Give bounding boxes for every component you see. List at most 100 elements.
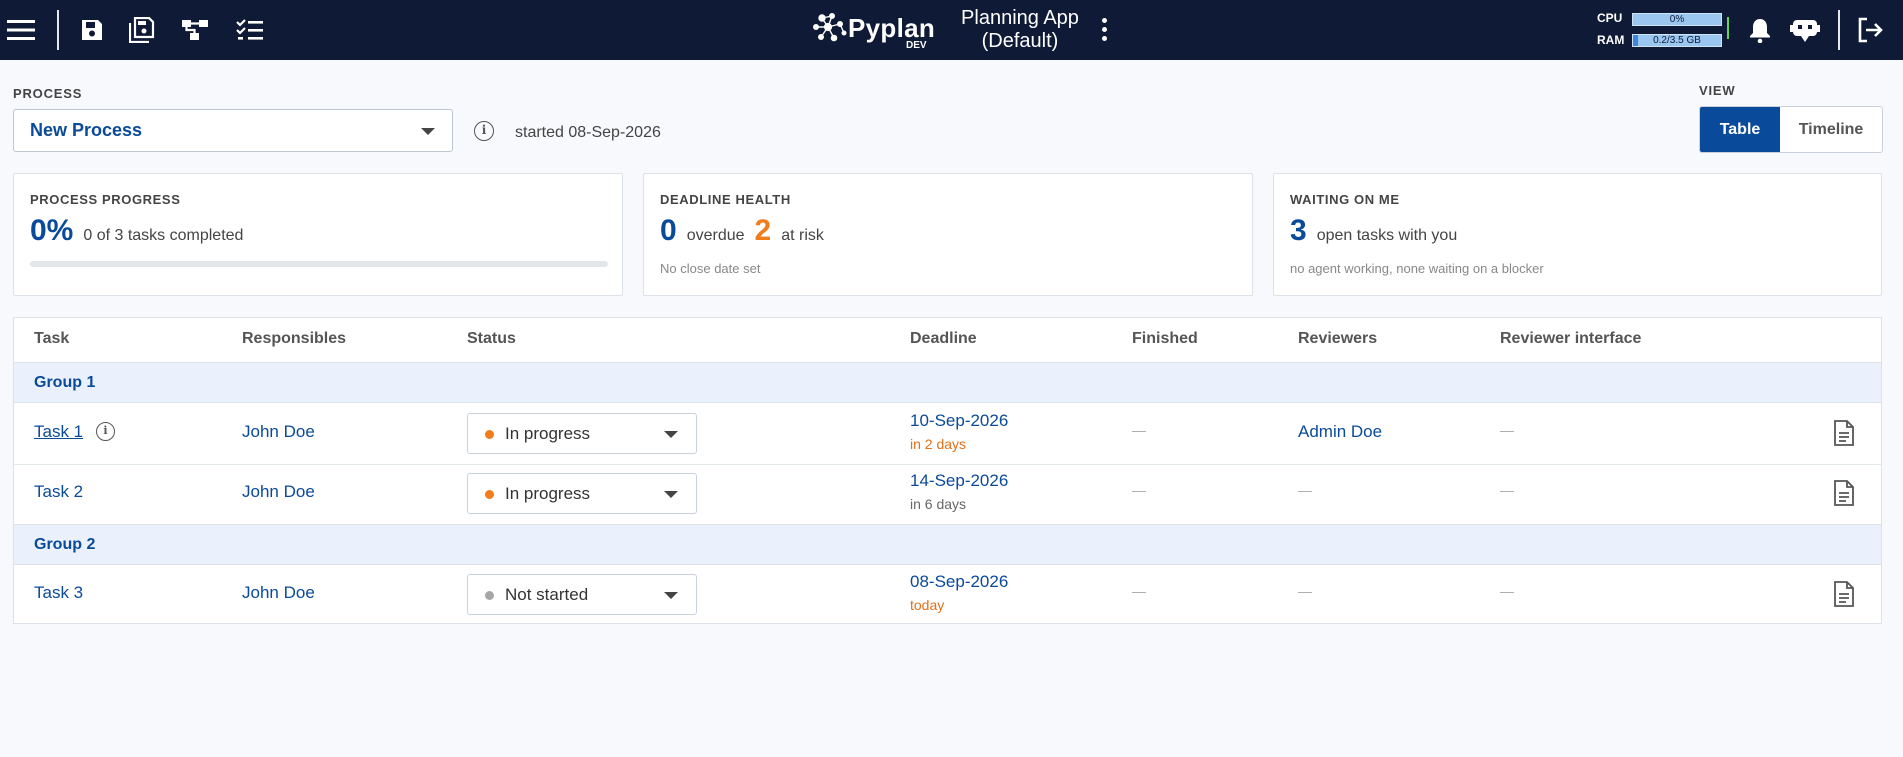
status-select[interactable]: In progress — [467, 473, 697, 514]
status-dot — [485, 490, 494, 499]
document-icon[interactable] — [1833, 480, 1855, 506]
info-icon[interactable]: i — [474, 121, 494, 141]
chevron-down-icon — [421, 128, 435, 135]
open-tasks-count: 3 — [1290, 214, 1307, 247]
chevron-down-icon — [664, 491, 678, 498]
deadline-date: 08-Sep-2026 — [910, 572, 1009, 591]
env-badge: DEV — [906, 40, 927, 51]
column-header-reviewers[interactable]: Reviewers — [1298, 330, 1377, 348]
cpu-value: 0% — [1669, 14, 1685, 25]
status-indicator — [1727, 17, 1729, 39]
process-select[interactable]: New Process — [13, 109, 453, 152]
column-header-reviewer-interface[interactable]: Reviewer interface — [1500, 330, 1641, 348]
at-risk-label: at risk — [781, 227, 824, 244]
finished-value: — — [1132, 482, 1146, 498]
progress-bar — [30, 261, 608, 267]
row-divider — [14, 464, 1881, 465]
column-header-task[interactable]: Task — [34, 330, 69, 348]
card-metric: 3 open tasks with you — [1290, 214, 1457, 248]
group-row[interactable]: Group 2 — [14, 524, 1881, 565]
group-name: Group 1 — [34, 374, 96, 391]
status-dot — [485, 591, 494, 600]
process-started-date: started 08-Sep-2026 — [515, 124, 661, 141]
responsible-name[interactable]: John Doe — [242, 422, 315, 442]
status-select[interactable]: In progress — [467, 413, 697, 454]
overdue-count: 0 — [660, 214, 677, 247]
reviewer-interface-value: — — [1500, 422, 1514, 438]
logout-icon[interactable] — [1853, 13, 1887, 47]
logo-text: Pyplan — [848, 12, 936, 43]
reviewer-name[interactable]: Admin Doe — [1298, 422, 1382, 442]
ram-label: RAM — [1597, 33, 1625, 47]
card-title: PROCESS PROGRESS — [30, 192, 181, 207]
document-icon[interactable] — [1833, 581, 1855, 607]
cpu-label: CPU — [1597, 11, 1623, 25]
deadline-date: 14-Sep-2026 — [910, 471, 1009, 490]
card-metric: 0% 0 of 3 tasks completed — [30, 214, 243, 248]
pyplan-logo: Pyplan DEV — [812, 12, 936, 51]
tasks-table: Task Responsibles Status Deadline Finish… — [13, 317, 1882, 624]
card-title: WAITING ON ME — [1290, 192, 1400, 207]
bell-icon[interactable] — [1743, 13, 1777, 47]
checklist-icon[interactable] — [233, 13, 267, 47]
responsible-name[interactable]: John Doe — [242, 482, 315, 502]
cpu-meter: 0% — [1632, 13, 1722, 26]
assistant-bot-icon[interactable] — [1788, 13, 1822, 47]
column-header-deadline[interactable]: Deadline — [910, 330, 977, 348]
finished-value: — — [1132, 422, 1146, 438]
finished-value: — — [1132, 583, 1146, 599]
close-date-note: No close date set — [660, 261, 761, 276]
reviewer-interface-value: — — [1500, 583, 1514, 599]
waiting-on-me-card: WAITING ON ME 3 open tasks with you no a… — [1273, 173, 1882, 296]
process-label: PROCESS — [13, 86, 83, 101]
status-value: In progress — [505, 484, 591, 503]
progress-percent: 0% — [30, 214, 74, 247]
reviewer-interface-value: — — [1500, 482, 1514, 498]
process-select-value: New Process — [30, 120, 143, 140]
responsible-name[interactable]: John Doe — [242, 583, 315, 603]
reviewers-value: — — [1298, 482, 1312, 498]
top-bar: Pyplan DEV Planning App (Default) CPU 0%… — [0, 0, 1903, 60]
deadline-note: in 2 days — [910, 436, 967, 452]
view-table-button[interactable]: Table — [1700, 107, 1780, 152]
logo-icon — [813, 13, 847, 42]
save-icon[interactable] — [75, 13, 109, 47]
card-title: DEADLINE HEALTH — [660, 192, 791, 207]
deadline-health-card: DEADLINE HEALTH 0 overdue 2 at risk No c… — [643, 173, 1253, 296]
column-header-responsibles[interactable]: Responsibles — [242, 330, 346, 348]
ram-meter: 0.2/3.5 GB — [1632, 34, 1722, 47]
view-toggle: Table Timeline — [1699, 106, 1883, 153]
info-icon[interactable]: i — [96, 422, 115, 441]
overdue-label: overdue — [686, 227, 745, 244]
app-title[interactable]: Planning App (Default) — [955, 7, 1085, 53]
toolbar-divider — [1838, 10, 1840, 50]
flow-icon[interactable] — [178, 13, 212, 47]
ram-value: 0.2/3.5 GB — [1653, 35, 1701, 46]
progress-text: 0 of 3 tasks completed — [83, 227, 244, 244]
deadline-date: 10-Sep-2026 — [910, 411, 1009, 430]
reviewers-value: — — [1298, 583, 1312, 599]
agent-status-note: no agent working, none waiting on a bloc… — [1290, 261, 1544, 276]
menu-icon[interactable] — [4, 13, 38, 47]
toolbar-divider — [57, 10, 59, 50]
chevron-down-icon — [664, 592, 678, 599]
app-title-name: Planning App — [961, 7, 1079, 29]
more-options-icon[interactable] — [1093, 16, 1115, 44]
column-header-finished[interactable]: Finished — [1132, 330, 1198, 348]
deadline-note: today — [910, 597, 945, 613]
view-timeline-button[interactable]: Timeline — [1780, 107, 1882, 152]
status-select[interactable]: Not started — [467, 574, 697, 615]
task-link[interactable]: Task 2 — [34, 482, 83, 502]
card-metric: 0 overdue 2 at risk — [660, 214, 824, 248]
task-link[interactable]: Task 3 — [34, 583, 83, 603]
status-value: In progress — [505, 424, 591, 443]
task-link[interactable]: Task 1 — [34, 422, 83, 442]
group-row[interactable]: Group 1 — [14, 362, 1881, 403]
at-risk-count: 2 — [754, 214, 772, 247]
status-value: Not started — [505, 585, 589, 604]
document-icon[interactable] — [1833, 420, 1855, 446]
column-header-status[interactable]: Status — [467, 330, 516, 348]
save-as-icon[interactable] — [125, 13, 159, 47]
process-progress-card: PROCESS PROGRESS 0% 0 of 3 tasks complet… — [13, 173, 623, 296]
status-dot — [485, 430, 494, 439]
